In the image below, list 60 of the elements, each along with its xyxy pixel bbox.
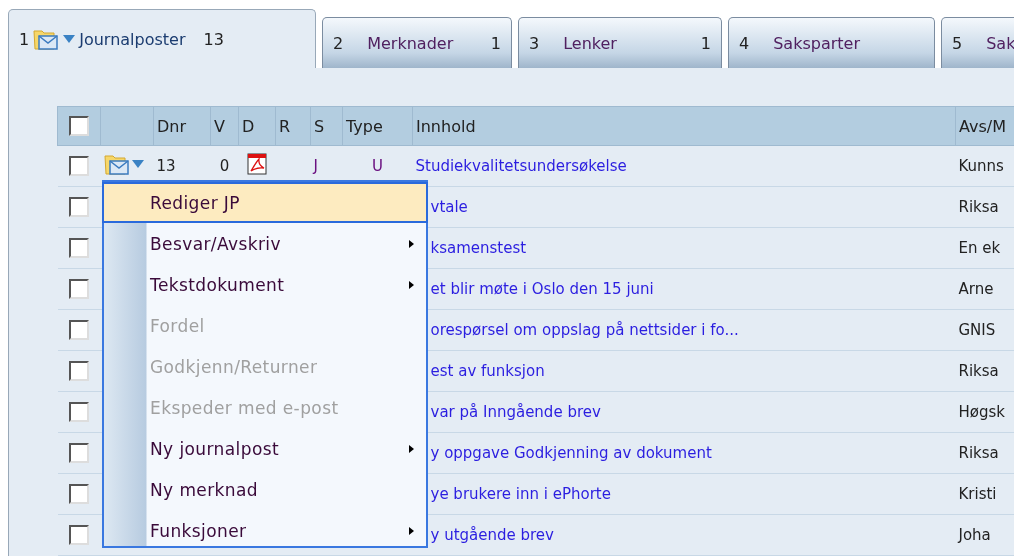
table-cell: Riksa xyxy=(958,444,999,462)
checkbox[interactable] xyxy=(68,402,89,422)
caret-icon[interactable] xyxy=(131,160,144,168)
table-cell: J xyxy=(313,157,318,175)
caret-icon[interactable] xyxy=(63,35,76,43)
checkbox[interactable] xyxy=(68,484,89,504)
table-cell: Arne xyxy=(958,280,994,298)
menu-item[interactable]: Besvar/Avskriv xyxy=(104,223,426,264)
table-cell: Kristi xyxy=(958,485,997,503)
table-cell: 0 xyxy=(219,157,230,175)
menu-item[interactable]: Rediger JP xyxy=(102,182,428,223)
menu-item[interactable]: Tekstdokument xyxy=(104,264,426,305)
column-header[interactable]: Innhold xyxy=(412,106,956,146)
column-header[interactable]: R xyxy=(275,106,311,146)
table-cell: Kunns xyxy=(958,157,1004,175)
content-link[interactable]: ksamenstest xyxy=(430,239,527,257)
checkbox[interactable] xyxy=(68,525,89,545)
content-link[interactable]: vtale xyxy=(430,198,468,216)
table-cell: GNIS xyxy=(958,321,996,339)
content-link[interactable]: y oppgave Godkjenning av dokument xyxy=(430,444,712,462)
content-link[interactable]: et blir møte i Oslo den 15 juni xyxy=(430,280,654,298)
column-header[interactable]: V xyxy=(210,106,239,146)
tab[interactable]: 3 Lenker 1 xyxy=(518,17,722,68)
table-cell: 13 xyxy=(156,157,176,175)
checkbox[interactable] xyxy=(68,320,89,340)
content-link[interactable]: var på Inngående brev xyxy=(430,403,601,421)
column-header[interactable]: S xyxy=(310,106,343,146)
column-header[interactable]: D xyxy=(238,106,276,146)
column-header[interactable]: Dnr xyxy=(153,106,211,146)
submenu-arrow-icon xyxy=(409,444,414,453)
submenu-arrow-icon xyxy=(409,526,414,535)
column-header[interactable]: Type xyxy=(342,106,413,146)
table-cell: En ek xyxy=(958,239,1001,257)
content-link[interactable]: y utgående brev xyxy=(430,526,554,544)
checkbox[interactable] xyxy=(68,238,89,258)
menu-item[interactable]: Ny journalpost xyxy=(104,428,426,469)
table-cell: Høgsk xyxy=(958,403,1005,421)
pdf-icon[interactable] xyxy=(247,153,267,175)
menu-item[interactable]: Ny merknad xyxy=(104,469,426,510)
submenu-arrow-icon xyxy=(409,239,414,248)
checkbox[interactable] xyxy=(68,279,89,299)
checkbox[interactable] xyxy=(68,361,89,381)
table-cell: Joha xyxy=(958,526,991,544)
tab[interactable]: 2 Merknader 1 xyxy=(322,17,512,68)
tab[interactable]: 4 Saksparter xyxy=(728,17,935,68)
checkbox[interactable] xyxy=(68,156,89,176)
table-cell: U xyxy=(372,157,383,175)
tab[interactable]: 1 Journalposter 13 xyxy=(8,9,316,68)
content-link[interactable]: est av funksjon xyxy=(430,362,545,380)
submenu-arrow-icon xyxy=(409,280,414,289)
menu-item[interactable]: Funksjoner xyxy=(104,510,426,551)
column-header[interactable]: Avs/M xyxy=(955,106,1014,146)
checkbox[interactable] xyxy=(69,116,89,137)
content-link[interactable]: ye brukere inn i ePhorte xyxy=(430,485,611,503)
table-cell: Riksa xyxy=(958,198,999,216)
table-cell: Riksa xyxy=(958,362,999,380)
checkbox[interactable] xyxy=(68,197,89,217)
checkbox[interactable] xyxy=(68,443,89,463)
content-link[interactable]: orespørsel om oppslag på nettsider i fo... xyxy=(430,321,739,339)
content-link[interactable]: Studiekvalitetsundersøkelse xyxy=(415,157,627,175)
